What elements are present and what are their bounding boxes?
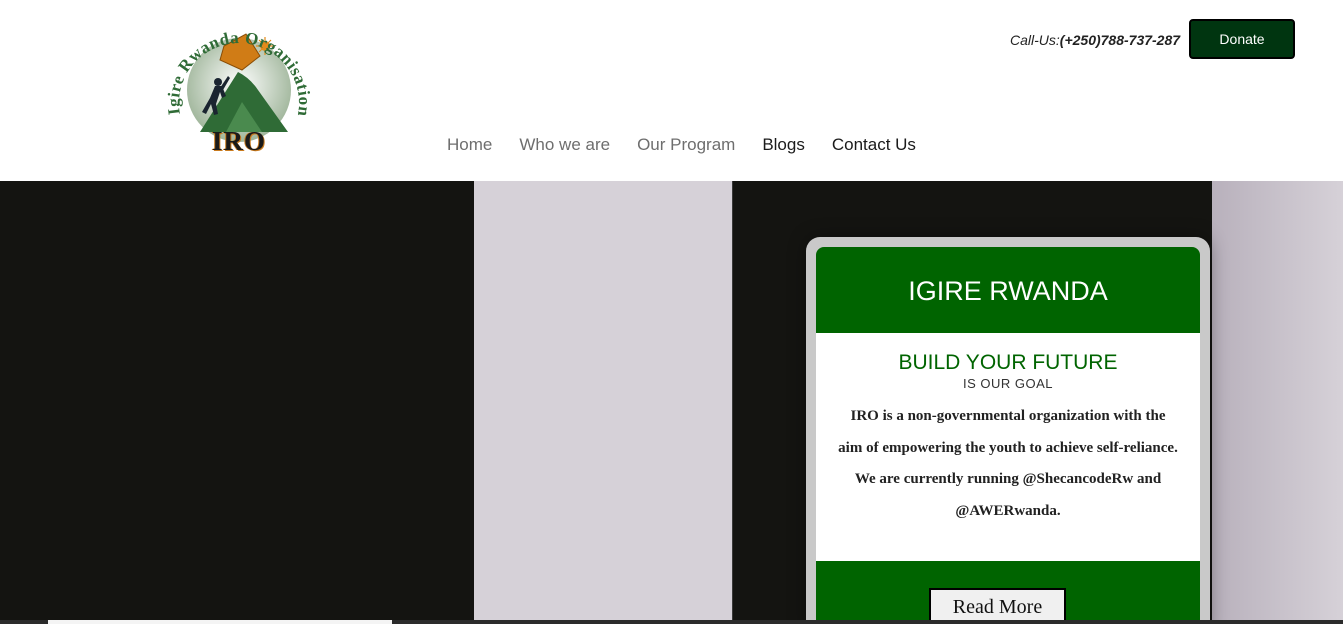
site-header: Igire Rwanda Organisation IRO Call-Us:(+… [0,0,1343,181]
hero-light-panel-left [474,181,732,624]
card-subtagline: IS OUR GOAL [962,376,1054,391]
call-us-label: Call-Us: [1010,32,1060,48]
logo-caption: IRO [211,126,266,156]
card-description: IRO is a non-governmental organization w… [838,408,1178,519]
card-title: IGIRE RWANDA [816,247,1200,333]
bottom-scroll-thumb[interactable] [48,620,392,624]
page: Igire Rwanda Organisation IRO Call-Us:(+… [0,0,1343,624]
hero-dark-panel-left [0,181,474,624]
panel-shadow [1212,181,1343,624]
hero-info-card: IGIRE RWANDA BUILD YOUR FUTURE IS OUR GO… [806,237,1210,624]
nav-our-program[interactable]: Our Program [637,132,735,158]
call-us-info: Call-Us:(+250)788-737-287 [1010,30,1180,50]
donate-button[interactable]: Donate [1189,19,1295,59]
hero-light-panel-right [1212,181,1343,624]
card-tagline: BUILD YOUR FUTURE [898,351,1118,374]
iro-logo[interactable]: Igire Rwanda Organisation IRO [164,10,314,156]
nav-blogs[interactable]: Blogs [762,132,805,158]
nav-home[interactable]: Home [447,132,492,158]
card-body: BUILD YOUR FUTURE IS OUR GOAL IRO is a n… [816,333,1200,561]
main-nav: Home Who we are Our Program Blogs Contac… [447,132,943,158]
read-more-button[interactable]: Read More [929,588,1066,624]
call-us-number[interactable]: (+250)788-737-287 [1060,32,1180,48]
nav-contact-us[interactable]: Contact Us [832,132,916,158]
nav-who-we-are[interactable]: Who we are [519,132,610,158]
card-footer: Read More [816,561,1200,624]
